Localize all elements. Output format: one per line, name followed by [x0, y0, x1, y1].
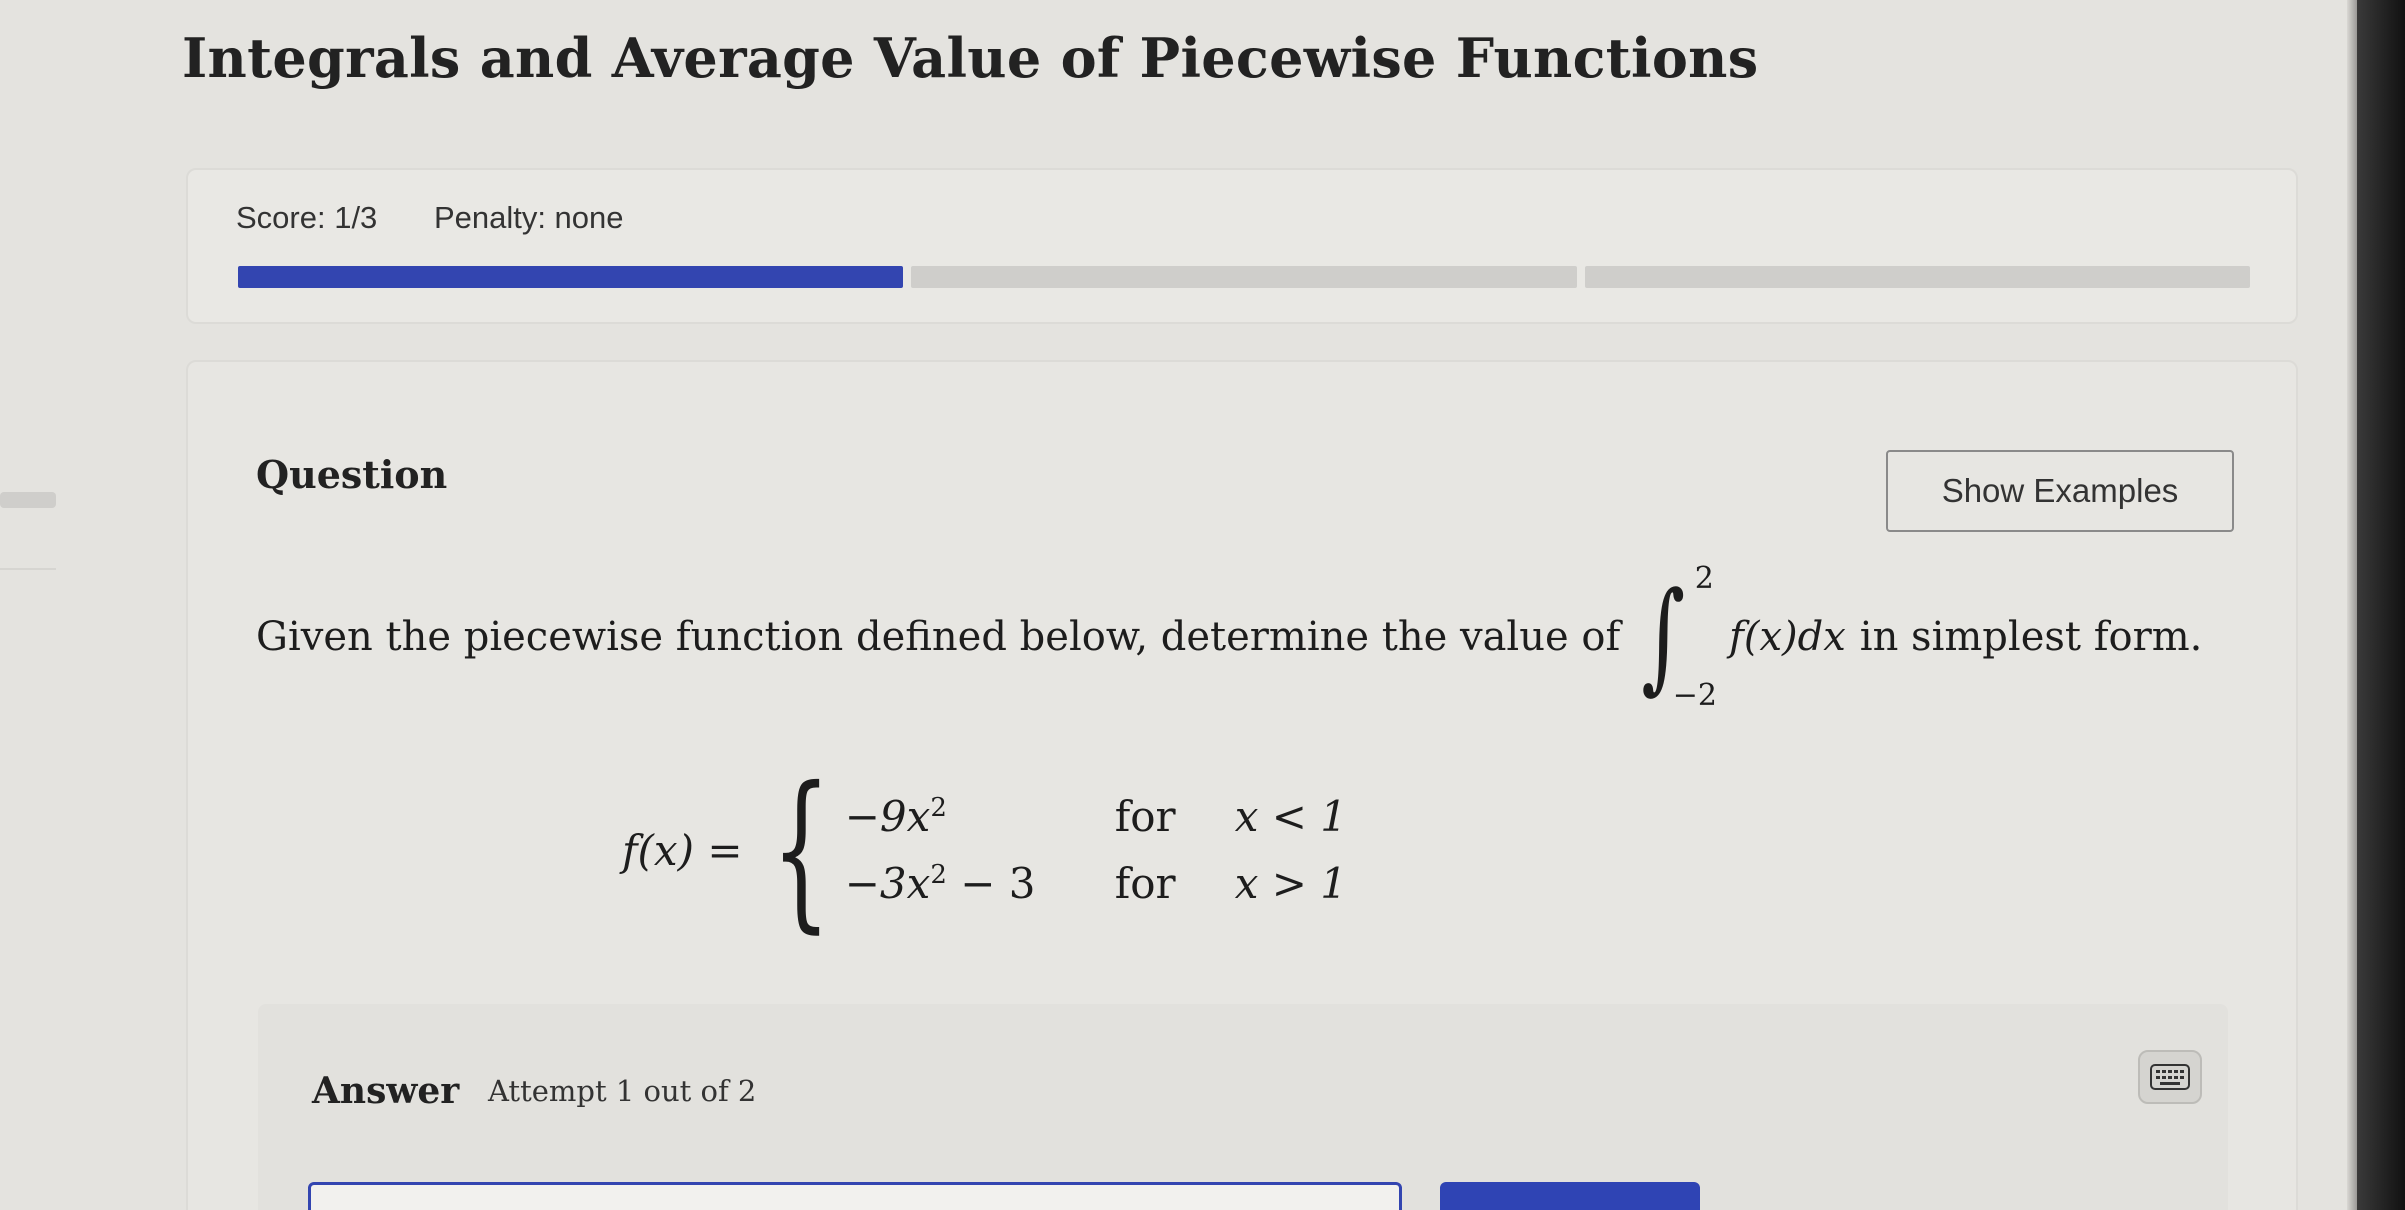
screen-bezel — [2357, 0, 2405, 1210]
prompt-text-before: Given the piecewise function defined bel… — [256, 614, 1621, 660]
integrand: f(x)dx — [1729, 614, 1846, 660]
progress-segment — [238, 266, 904, 288]
integral-upper-limit: 2 — [1694, 561, 1714, 596]
answer-input[interactable] — [308, 1182, 1402, 1210]
case-expression: −3x2 − 3 — [844, 859, 1036, 908]
progress-segment — [911, 266, 1577, 288]
question-heading: Question — [256, 452, 448, 497]
score-label: Score: 1/3 — [236, 200, 378, 235]
question-prompt: Given the piecewise function defined bel… — [256, 561, 2203, 713]
score-summary: Score: 1/3 Penalty: none — [236, 200, 672, 236]
function-lhs: f(x) = — [622, 825, 743, 875]
progress-segment — [1584, 266, 2250, 288]
case-expression: −9x2 — [844, 792, 947, 841]
definite-integral: ∫ 2 −2 — [1632, 561, 1717, 713]
submit-button[interactable] — [1440, 1182, 1700, 1210]
case-condition: x > 1 — [1234, 859, 1348, 908]
case-word: for — [1114, 859, 1176, 908]
piecewise-cases: −9x2 for x < 1 −3x2 − 3 for x > 1 — [845, 792, 1395, 908]
sidebar-divider — [0, 568, 56, 570]
sidebar-handle — [0, 492, 56, 508]
answer-label: Answer — [312, 1070, 460, 1112]
penalty-label: Penalty: none — [433, 200, 624, 235]
score-progress-bar — [238, 266, 2250, 288]
prompt-text-after: in simplest form. — [1859, 614, 2203, 660]
score-card — [186, 168, 2298, 324]
piecewise-function: f(x) = { −9x2 for x < 1 −3x2 − 3 for x >… — [622, 760, 1395, 940]
case-condition: x < 1 — [1234, 792, 1348, 841]
integral-limits: 2 −2 — [1673, 561, 1717, 713]
screen-edge — [2347, 0, 2357, 1210]
page-title: Integrals and Average Value of Piecewise… — [182, 26, 1759, 90]
integral-sign-icon: ∫ — [1641, 567, 1686, 706]
brace-icon: { — [770, 751, 831, 949]
keyboard-button[interactable] — [2138, 1050, 2202, 1104]
case-word: for — [1114, 792, 1176, 841]
keyboard-icon — [2150, 1064, 2190, 1090]
show-examples-button[interactable]: Show Examples — [1886, 450, 2234, 532]
attempt-counter: Attempt 1 out of 2 — [488, 1074, 757, 1108]
